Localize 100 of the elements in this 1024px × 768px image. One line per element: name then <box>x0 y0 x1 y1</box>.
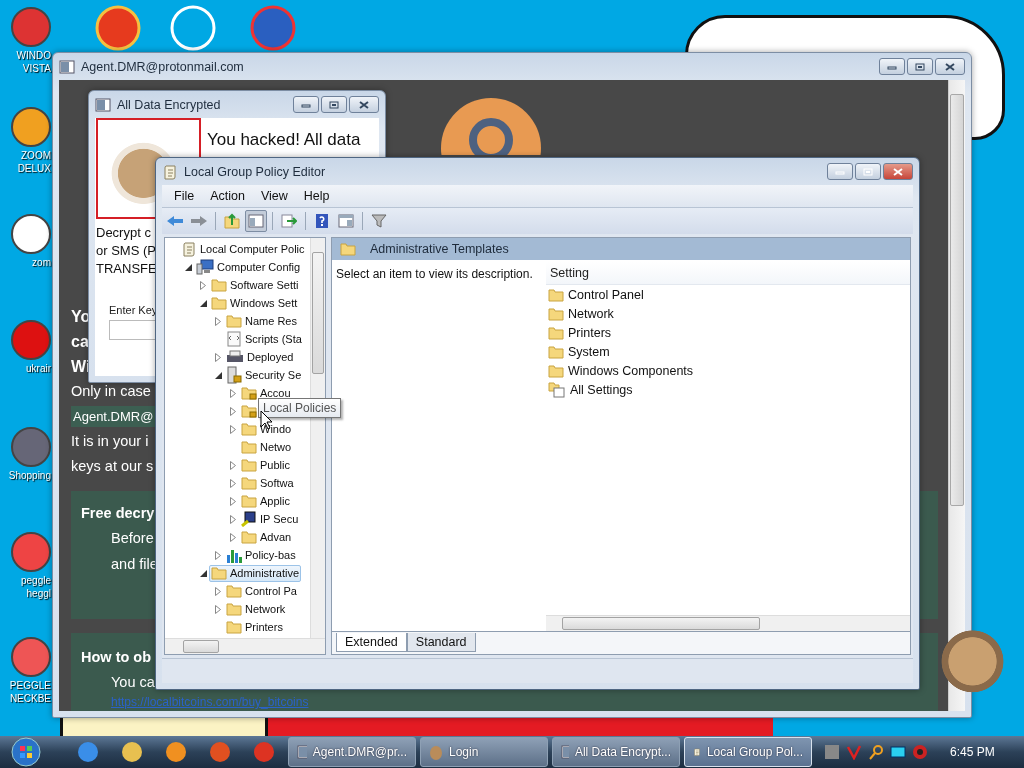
maximize-button[interactable] <box>907 58 933 75</box>
tree-item[interactable]: Windows Sett <box>209 294 300 312</box>
collapse-arrow-icon[interactable] <box>199 569 207 577</box>
taskbar-button[interactable]: All Data Encrypt... <box>552 737 680 767</box>
tree-item[interactable]: IP Secu <box>239 510 301 528</box>
minimize-button[interactable] <box>827 163 853 180</box>
collapse-arrow-icon[interactable] <box>214 371 222 379</box>
tree-item[interactable]: Network <box>224 600 288 618</box>
menu-item[interactable]: View <box>252 187 296 205</box>
expand-arrow-icon[interactable] <box>215 586 221 596</box>
check-mark-icon[interactable] <box>846 744 862 760</box>
taskbar-button[interactable]: Login <box>420 737 548 767</box>
list-item[interactable]: Network <box>546 304 614 323</box>
taskbar-button[interactable]: Local Group Pol... <box>684 737 812 767</box>
collapse-arrow-icon[interactable] <box>199 299 207 307</box>
tree-item[interactable]: Applic <box>239 492 292 510</box>
expand-arrow-icon[interactable] <box>230 496 236 506</box>
tree-item[interactable]: Softwa <box>239 474 296 492</box>
message-text: or SMS (P <box>96 242 156 260</box>
locked-folder-icon <box>241 386 257 400</box>
tray-app-icon[interactable] <box>824 744 840 760</box>
folder-icon <box>548 287 564 302</box>
key-input-field[interactable] <box>109 320 155 340</box>
expand-arrow-icon[interactable] <box>215 604 221 614</box>
tree-item[interactable]: Administrative <box>209 564 302 582</box>
view-tab[interactable]: Extended <box>336 633 407 652</box>
server-lock-icon <box>226 366 242 384</box>
locked-folder-icon <box>241 404 257 418</box>
expand-arrow-icon[interactable] <box>230 514 236 524</box>
magnifier-icon[interactable] <box>868 744 884 760</box>
view-tab[interactable]: Standard <box>406 633 476 652</box>
expand-arrow-icon[interactable] <box>230 478 236 488</box>
list-item[interactable]: System <box>546 342 610 361</box>
tree-item[interactable]: Scripts (Sta <box>224 330 304 348</box>
maximize-button[interactable] <box>855 163 881 180</box>
list-item[interactable]: Printers <box>546 323 612 342</box>
menu-item[interactable]: Help <box>295 187 338 205</box>
collapse-arrow-icon[interactable] <box>184 263 192 271</box>
tree-item[interactable]: Name Res <box>224 312 299 330</box>
horizontal-scrollbar[interactable] <box>165 638 325 654</box>
body-text: It is in your i <box>71 432 149 451</box>
tree-item[interactable]: Public <box>239 456 292 474</box>
minimize-icon <box>835 168 845 175</box>
tree-item[interactable] <box>239 402 259 420</box>
taskbar-button[interactable]: Agent.DMR@pr... <box>288 737 416 767</box>
folder-up-icon <box>224 213 240 229</box>
monitor-icon[interactable] <box>890 744 906 760</box>
expand-arrow-icon[interactable] <box>215 316 221 326</box>
expand-arrow-icon[interactable] <box>230 532 236 542</box>
tree-item[interactable]: Advan <box>239 528 294 546</box>
close-button[interactable] <box>935 58 965 75</box>
expand-arrow-icon[interactable] <box>230 406 236 416</box>
minimize-button[interactable] <box>879 58 905 75</box>
maximize-button[interactable] <box>321 96 347 113</box>
list-item[interactable]: All Settings <box>546 380 633 399</box>
window-title: Local Group Policy Editor <box>184 164 327 179</box>
tree-item[interactable]: Printers <box>224 618 285 636</box>
expand-arrow-icon[interactable] <box>200 280 206 290</box>
horizontal-scrollbar[interactable] <box>546 615 910 631</box>
close-button[interactable] <box>883 163 913 180</box>
toolbar-button[interactable] <box>245 210 267 232</box>
tree-item[interactable]: Windo <box>239 420 294 438</box>
speaker-icon[interactable] <box>912 744 928 760</box>
tooltip: Local Policies <box>258 398 342 418</box>
list-item[interactable]: Control Panel <box>546 285 644 304</box>
card-title: Free decry <box>81 504 155 523</box>
headline: You hacked! All data <box>207 129 361 150</box>
tree-item[interactable]: Local Computer Polic <box>179 240 307 258</box>
close-button[interactable] <box>349 96 379 113</box>
tree-item[interactable]: Security Se <box>224 366 304 384</box>
minimize-button[interactable] <box>293 96 319 113</box>
folder-icon <box>241 440 257 454</box>
menu-item[interactable]: Action <box>202 187 253 205</box>
message-text: TRANSFE <box>96 260 157 278</box>
stacked-pages-icon <box>548 381 566 398</box>
expand-arrow-icon[interactable] <box>230 424 236 434</box>
tree-item[interactable]: Software Setti <box>209 276 301 294</box>
close-icon <box>945 62 955 71</box>
menu-item[interactable]: File <box>166 187 203 205</box>
list-item[interactable]: Windows Components <box>546 361 694 380</box>
hamster-icon <box>429 744 443 760</box>
tree-item[interactable]: Policy-bas <box>224 546 298 564</box>
window-icon <box>59 59 75 74</box>
email-address: Agent.DMR@ <box>71 406 156 427</box>
help-icon <box>315 213 329 229</box>
tree-item[interactable]: Deployed <box>224 348 296 366</box>
tree-item[interactable]: Control Pa <box>224 582 299 600</box>
expand-arrow-icon[interactable] <box>215 550 221 560</box>
expand-arrow-icon[interactable] <box>215 352 221 362</box>
clock[interactable]: 6:45 PM <box>950 745 995 759</box>
body-text: keys at our s <box>71 457 154 476</box>
expand-arrow-icon[interactable] <box>230 388 236 398</box>
folder-icon <box>226 314 242 328</box>
tree-item[interactable]: Computer Config <box>194 258 303 276</box>
minimize-icon <box>301 101 311 108</box>
tree-item[interactable]: Netwo <box>239 438 294 456</box>
expand-arrow-icon[interactable] <box>230 460 236 470</box>
folder-icon <box>241 422 257 436</box>
folder-icon <box>241 530 257 544</box>
column-header[interactable]: Setting <box>546 266 593 280</box>
